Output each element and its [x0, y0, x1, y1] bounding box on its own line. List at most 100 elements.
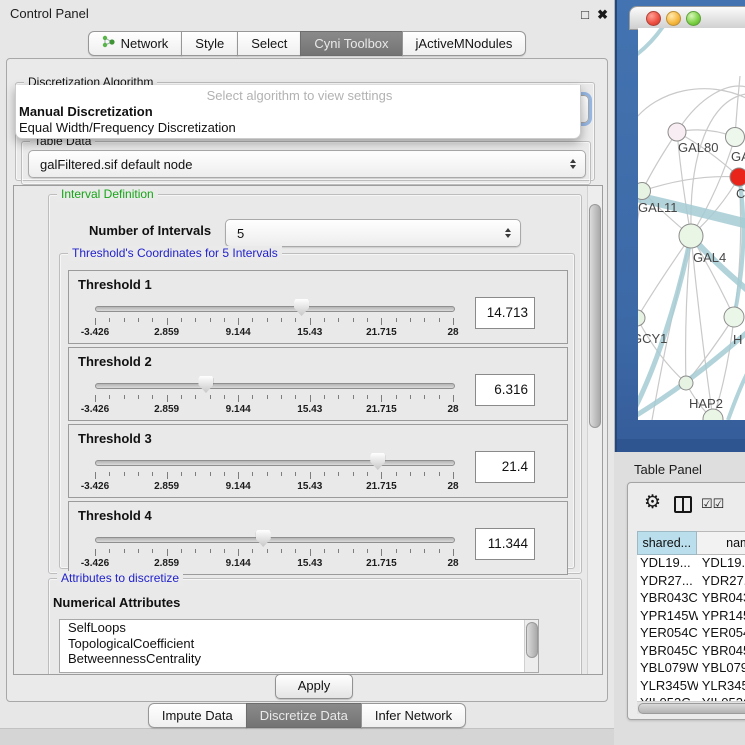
- control-panel-titlebar[interactable]: Control Panel □ ✖: [0, 0, 614, 28]
- cell-name[interactable]: YBR045C: [698, 643, 745, 661]
- network-node-hap2[interactable]: [679, 376, 693, 390]
- table-horizontal-scrollbar[interactable]: [637, 701, 745, 714]
- threshold-slider-track[interactable]: [95, 383, 455, 389]
- attribute-list-item[interactable]: BetweennessCentrality: [60, 651, 538, 667]
- zoom-traffic-light-icon[interactable]: [686, 11, 701, 26]
- attributes-list-scrollbar[interactable]: [524, 620, 538, 672]
- tab-discretize-data[interactable]: Discretize Data: [246, 703, 362, 728]
- threshold-value-field[interactable]: 21.4: [475, 451, 535, 483]
- apply-button[interactable]: Apply: [275, 674, 353, 699]
- table-row[interactable]: YLR345WYLR345W: [637, 678, 745, 696]
- interval-definition-title: Interval Definition: [57, 187, 158, 202]
- node-attribute-table[interactable]: shared... name YDL19...YDL19...YDR27...Y…: [637, 531, 745, 701]
- float-window-icon[interactable]: □: [581, 7, 589, 22]
- threshold-value-field[interactable]: 14.713: [475, 297, 535, 329]
- checkbox-icons[interactable]: ☑☑: [701, 496, 724, 512]
- cell-shared-name[interactable]: YDL19...: [637, 555, 698, 573]
- cell-shared-name[interactable]: YBR043C: [637, 590, 698, 608]
- network-node-label: HAP2: [689, 396, 723, 411]
- network-canvas[interactable]: GAL80GACGAL11GAL4GCY1HHAP2: [638, 28, 745, 420]
- cell-name[interactable]: YDR27...: [698, 573, 745, 591]
- network-view-window[interactable]: GAL80GACGAL11GAL4GCY1HHAP2: [615, 0, 745, 452]
- close-icon[interactable]: ✖: [597, 7, 608, 23]
- network-edge[interactable]: [638, 318, 686, 383]
- cell-shared-name[interactable]: YDR27...: [637, 573, 698, 591]
- table-row[interactable]: YDR27...YDR27...: [637, 573, 745, 591]
- close-traffic-light-icon[interactable]: [646, 11, 661, 26]
- cell-name[interactable]: YDL19...: [698, 555, 745, 573]
- attribute-list-item[interactable]: TopologicalCoefficient: [60, 636, 538, 652]
- threshold-slider-track[interactable]: [95, 537, 455, 543]
- network-edge[interactable]: [642, 177, 739, 191]
- dropdown-item-equal-width-frequency[interactable]: Equal Width/Frequency Discretization: [16, 120, 580, 136]
- threshold-slider-track[interactable]: [95, 306, 455, 312]
- settings-vertical-scrollbar[interactable]: [587, 186, 602, 674]
- table-row[interactable]: YBR043CYBR043C: [637, 590, 745, 608]
- network-node-gcy1[interactable]: [638, 310, 645, 326]
- scrollbar-thumb[interactable]: [589, 204, 601, 428]
- dropdown-hint-item[interactable]: Select algorithm to view settings: [16, 85, 580, 104]
- network-node-gal11[interactable]: [638, 183, 651, 200]
- threshold-value-field[interactable]: 6.316: [475, 374, 535, 406]
- network-node-c[interactable]: [730, 168, 745, 186]
- column-header-shared-name[interactable]: shared...: [637, 531, 697, 555]
- table-row[interactable]: YBL079WYBL079W: [637, 660, 745, 678]
- network-node-gal80[interactable]: [668, 123, 686, 141]
- network-edge[interactable]: [638, 89, 745, 123]
- table-row[interactable]: YER054CYER054C: [637, 625, 745, 643]
- cell-name[interactable]: YPR145W: [698, 608, 745, 626]
- threshold-value-field[interactable]: 11.344: [475, 528, 535, 560]
- table-data-combobox[interactable]: galFiltered.sif default node: [28, 150, 586, 178]
- network-edge-weighted[interactable]: [728, 364, 745, 420]
- column-header-name[interactable]: name: [697, 531, 745, 555]
- cell-name[interactable]: YLR345W: [698, 678, 745, 696]
- tick-label: 9.144: [226, 481, 251, 492]
- table-row[interactable]: YPR145WYPR145W: [637, 608, 745, 626]
- tick-label: -3.426: [81, 327, 109, 338]
- cell-name[interactable]: YER054C: [698, 625, 745, 643]
- threshold-label: Threshold 4: [78, 508, 152, 523]
- tick-label: -3.426: [81, 558, 109, 569]
- cell-shared-name[interactable]: YBR045C: [637, 643, 698, 661]
- threshold-slider-thumb[interactable]: [198, 376, 213, 393]
- dropdown-item-manual-discretization[interactable]: Manual Discretization: [16, 104, 580, 120]
- number-of-intervals-combobox[interactable]: 5: [225, 219, 521, 247]
- tab-network[interactable]: Network: [88, 31, 183, 56]
- threshold-label: Threshold 1: [78, 277, 152, 292]
- scrollbar-thumb[interactable]: [526, 622, 538, 658]
- cell-shared-name[interactable]: YBL079W: [637, 660, 698, 678]
- threshold-slider-track[interactable]: [95, 460, 455, 466]
- cell-shared-name[interactable]: YPR145W: [637, 608, 698, 626]
- tab-impute-data[interactable]: Impute Data: [148, 703, 247, 728]
- tick-label: 28: [447, 404, 458, 415]
- tab-jactivemnodules[interactable]: jActiveMNodules: [402, 31, 527, 56]
- cell-name[interactable]: YBL079W: [698, 660, 745, 678]
- tab-select[interactable]: Select: [237, 31, 301, 56]
- numerical-attributes-list[interactable]: SelfLoopsTopologicalCoefficientBetweenne…: [59, 619, 539, 673]
- threshold-panel: Threshold 3-3.4262.8599.14415.4321.71528…: [68, 424, 568, 498]
- scrollbar-thumb[interactable]: [638, 703, 745, 714]
- tab-style[interactable]: Style: [181, 31, 238, 56]
- network-edge-weighted[interactable]: [638, 28, 666, 58]
- threshold-slider-thumb[interactable]: [294, 299, 309, 316]
- gear-icon[interactable]: ⚙: [644, 493, 661, 512]
- tab-infer-network[interactable]: Infer Network: [361, 703, 466, 728]
- tick-label: 9.144: [226, 558, 251, 569]
- attribute-list-item[interactable]: SelfLoops: [60, 620, 538, 636]
- tick-label: 21.715: [366, 404, 397, 415]
- minimize-traffic-light-icon[interactable]: [666, 11, 681, 26]
- cell-shared-name[interactable]: YER054C: [637, 625, 698, 643]
- tick-label: 21.715: [366, 558, 397, 569]
- network-node-gal4[interactable]: [679, 224, 703, 248]
- tab-cyni-toolbox[interactable]: Cyni Toolbox: [300, 31, 402, 56]
- network-node-h[interactable]: [724, 307, 744, 327]
- table-row[interactable]: YBR045CYBR045C: [637, 643, 745, 661]
- split-columns-icon[interactable]: [674, 496, 692, 513]
- network-node-ga[interactable]: [726, 128, 745, 147]
- cell-shared-name[interactable]: YLR345W: [637, 678, 698, 696]
- threshold-slider-thumb[interactable]: [256, 530, 271, 547]
- table-row[interactable]: YDL19...YDL19...: [637, 555, 745, 573]
- network-window-titlebar[interactable]: [629, 6, 745, 30]
- threshold-slider-thumb[interactable]: [370, 453, 385, 470]
- cell-name[interactable]: YBR043C: [698, 590, 745, 608]
